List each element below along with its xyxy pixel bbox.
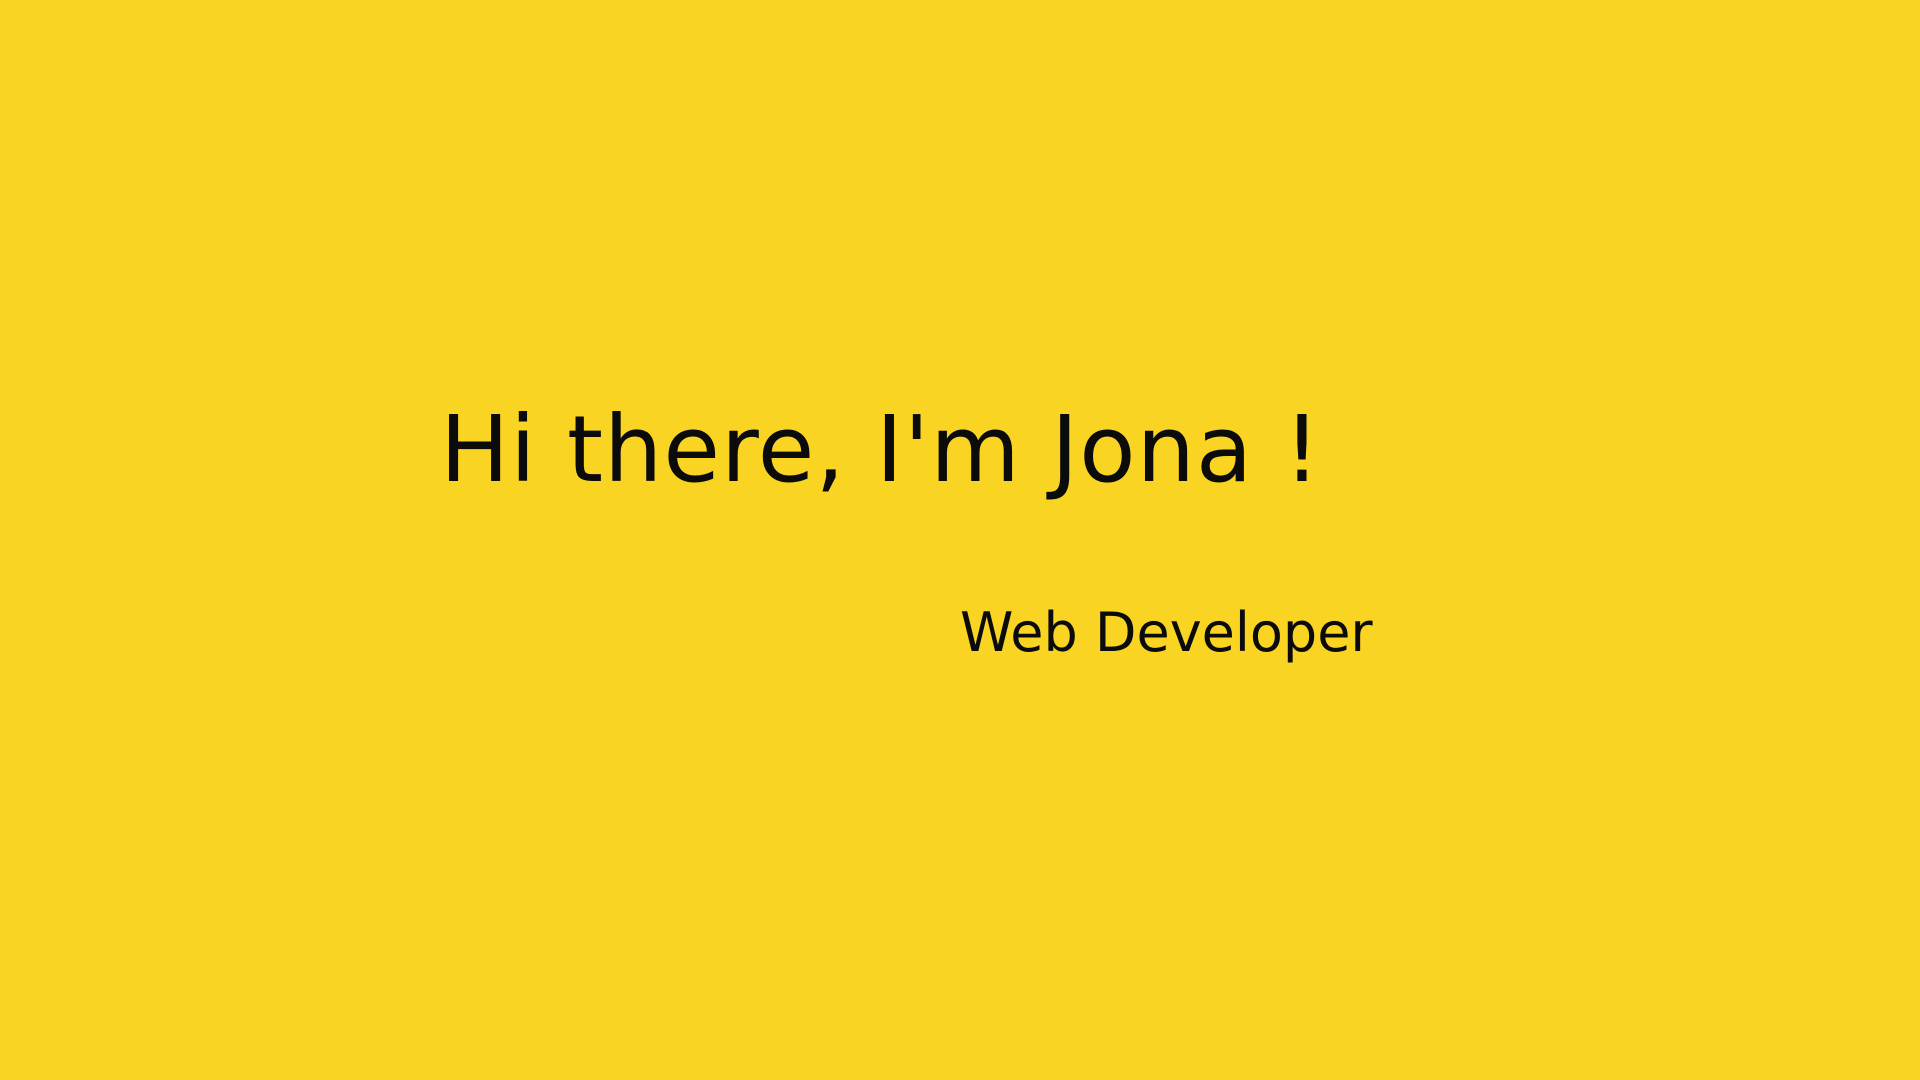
hero-headline: Hi there, I'm Jona ! [440, 396, 1322, 503]
hero-subtitle: Web Developer [960, 601, 1373, 664]
hero-section: Hi there, I'm Jona ! Web Developer [0, 0, 1920, 1080]
